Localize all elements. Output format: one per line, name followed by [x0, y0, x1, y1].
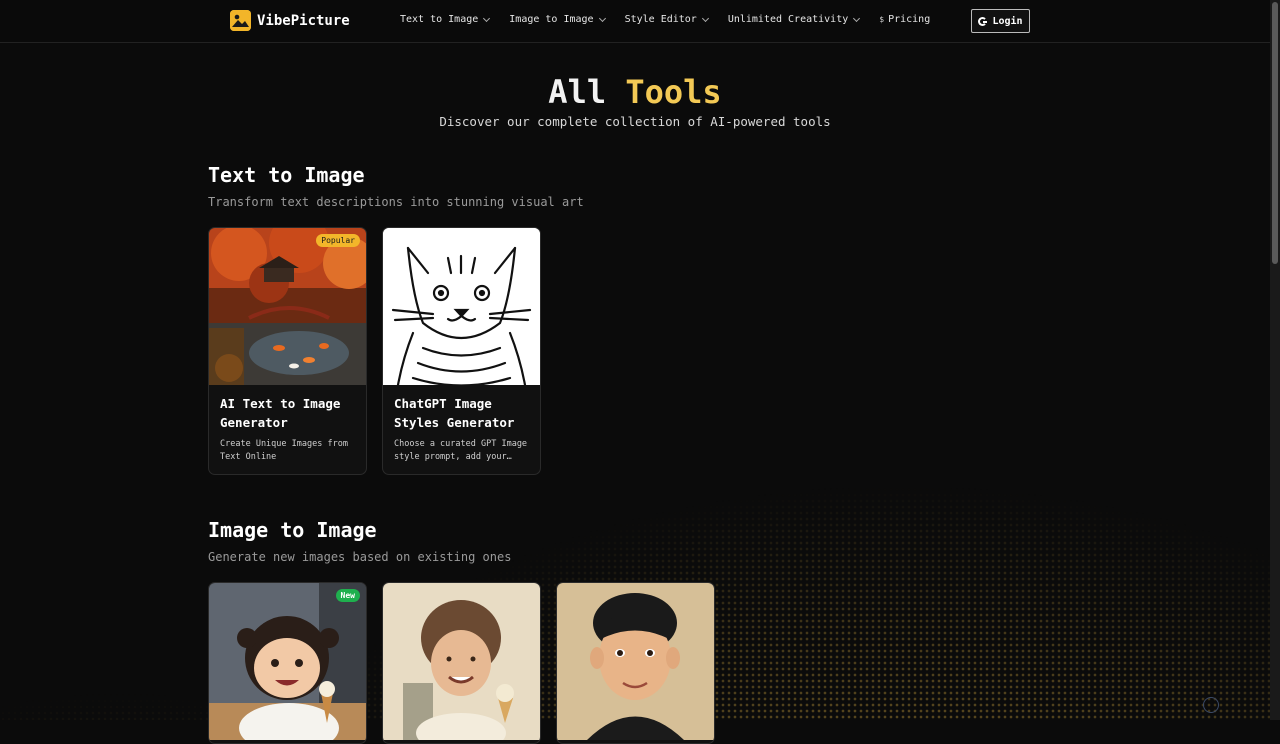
section-title-text-to-image: Text to Image: [208, 163, 365, 187]
nav-style-editor[interactable]: Style Editor: [624, 14, 709, 25]
card-body: AI Text to Image Generator Create Unique…: [209, 385, 366, 474]
card-thumbnail: [383, 228, 540, 385]
card-title: AI Text to Image Generator: [220, 396, 341, 430]
scrollbar-thumb[interactable]: [1272, 2, 1278, 264]
tool-card-ai-text-to-image[interactable]: Popular AI Text to Image Generator Creat…: [208, 227, 367, 475]
google-icon: [978, 16, 988, 26]
nav-pricing[interactable]: $ Pricing: [879, 14, 930, 25]
top-navigation-bar: VibePicture Text to Image Image to Image…: [0, 0, 1270, 43]
card-thumbnail: [383, 583, 540, 740]
nav-label: Unlimited Creativity: [727, 14, 849, 25]
nav-label: Pricing: [888, 14, 931, 25]
card-thumbnail: New: [209, 583, 366, 740]
login-button[interactable]: Login: [971, 9, 1030, 33]
chevron-down-icon: [598, 14, 606, 22]
nav-label: Image to Image: [509, 14, 594, 25]
chevron-down-icon: [701, 14, 709, 22]
page-subtitle: Discover our complete collection of AI-p…: [439, 114, 831, 129]
brand-name: VibePicture: [257, 12, 350, 29]
card-thumbnail: Popular: [209, 228, 366, 385]
chevron-down-icon: [853, 14, 861, 22]
section-subtitle-image-to-image: Generate new images based on existing on…: [208, 550, 512, 564]
popular-badge: Popular: [316, 234, 360, 247]
dollar-icon: $: [879, 15, 885, 24]
floating-widget-icon[interactable]: [1203, 697, 1219, 713]
main-nav: Text to Image Image to Image Style Edito…: [400, 14, 950, 25]
title-main: All: [548, 73, 607, 111]
logo-icon: [230, 10, 251, 31]
nav-image-to-image[interactable]: Image to Image: [509, 14, 606, 25]
new-badge: New: [335, 589, 360, 602]
nav-label: Text to Image: [400, 14, 479, 25]
login-label: Login: [992, 15, 1023, 27]
card-title: ChatGPT Image Styles Generator: [394, 396, 515, 430]
nav-unlimited-creativity[interactable]: Unlimited Creativity: [727, 14, 861, 25]
chevron-down-icon: [483, 14, 491, 22]
card-description: Create Unique Images from Text Online: [220, 439, 348, 462]
section-title-image-to-image: Image to Image: [208, 518, 377, 542]
nav-text-to-image[interactable]: Text to Image: [400, 14, 491, 25]
card-body: ChatGPT Image Styles Generator Choose a …: [383, 385, 540, 474]
page-scrollbar[interactable]: [1270, 0, 1280, 720]
page-title: All Tools: [0, 73, 1270, 111]
tool-card-chatgpt-image-styles[interactable]: ChatGPT Image Styles Generator Choose a …: [382, 227, 541, 475]
brand-logo[interactable]: VibePicture: [230, 10, 350, 31]
nav-label: Style Editor: [624, 14, 697, 25]
title-accent: Tools: [625, 73, 722, 111]
card-description: Choose a curated GPT Image style prompt,…: [394, 439, 528, 462]
card-thumbnail: [557, 583, 714, 740]
section-subtitle-text-to-image: Transform text descriptions into stunnin…: [208, 195, 584, 209]
